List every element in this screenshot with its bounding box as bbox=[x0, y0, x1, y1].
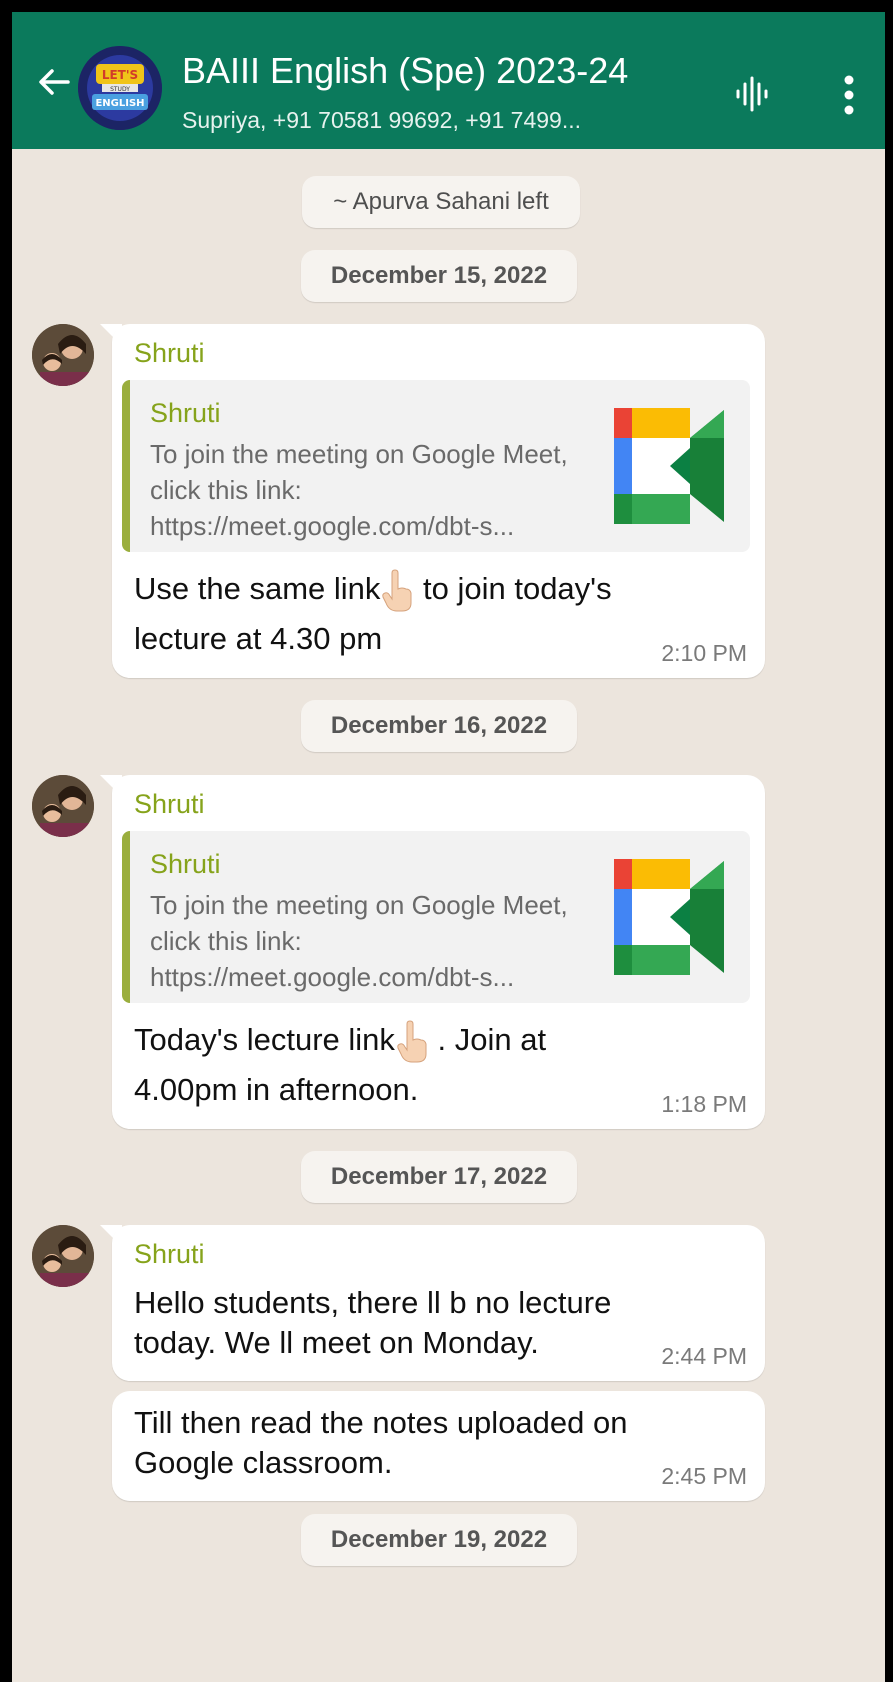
date-divider: December 15, 2022 bbox=[301, 250, 577, 302]
user-photo-icon bbox=[32, 1225, 94, 1287]
chat-screen: LET'S STUDY ENGLISH BAIII English (Spe) … bbox=[12, 12, 885, 1682]
message-time: 1:18 PM bbox=[661, 1091, 747, 1117]
message-time: 2:10 PM bbox=[661, 640, 747, 666]
user-photo-icon bbox=[32, 775, 94, 837]
group-title[interactable]: BAIII English (Spe) 2023-24 bbox=[182, 50, 628, 92]
message-text[interactable]: Till then read the notes uploaded on Goo… bbox=[134, 1403, 724, 1483]
quote-text: To join the meeting on Google Meet, clic… bbox=[150, 439, 568, 541]
message-text-part: Today's lecture link bbox=[134, 1022, 395, 1057]
date-divider: December 17, 2022 bbox=[301, 1151, 577, 1203]
quote-accent-bar bbox=[122, 380, 130, 552]
group-logo-icon: LET'S STUDY ENGLISH bbox=[78, 46, 162, 130]
google-meet-icon bbox=[614, 859, 724, 975]
more-options-icon[interactable] bbox=[842, 74, 856, 116]
google-meet-icon bbox=[614, 408, 724, 524]
svg-text:ENGLISH: ENGLISH bbox=[95, 98, 144, 109]
message-bubble[interactable]: Shruti Shruti To join the meeting on Goo… bbox=[112, 324, 765, 678]
message-bubble[interactable]: Till then read the notes uploaded on Goo… bbox=[112, 1391, 765, 1501]
quoted-message[interactable]: Shruti To join the meeting on Google Mee… bbox=[122, 380, 750, 552]
message-text[interactable]: Use the same link to join today's lectur… bbox=[134, 564, 612, 664]
quote-text: To join the meeting on Google Meet, clic… bbox=[150, 890, 568, 992]
message-text-part: 4.00pm in afternoon. bbox=[134, 1072, 419, 1107]
svg-text:STUDY: STUDY bbox=[110, 86, 130, 93]
message-bubble[interactable]: Shruti Hello students, there ll b no lec… bbox=[112, 1225, 765, 1381]
avatar[interactable] bbox=[32, 324, 94, 386]
message-text[interactable]: Today's lecture link . Join at 4.00pm in… bbox=[134, 1015, 546, 1115]
message-text-part: lecture at 4.30 pm bbox=[134, 621, 383, 656]
sender-name[interactable]: Shruti bbox=[134, 1239, 205, 1270]
message-bubble[interactable]: Shruti Shruti To join the meeting on Goo… bbox=[112, 775, 765, 1129]
chat-header: LET'S STUDY ENGLISH BAIII English (Spe) … bbox=[12, 12, 885, 149]
message-text-part: . Join at bbox=[428, 1022, 547, 1057]
message-text-part: Use the same link bbox=[134, 571, 381, 606]
message-time: 2:44 PM bbox=[661, 1343, 747, 1369]
date-divider: December 16, 2022 bbox=[301, 700, 577, 752]
voice-waveform-icon[interactable] bbox=[732, 74, 772, 114]
sender-name[interactable]: Shruti bbox=[134, 789, 205, 820]
quote-accent-bar bbox=[122, 831, 130, 1003]
avatar[interactable] bbox=[32, 1225, 94, 1287]
message-text[interactable]: Hello students, there ll b no lecture to… bbox=[134, 1283, 654, 1363]
quote-sender: Shruti bbox=[150, 398, 221, 428]
system-notice: ~ Apurva Sahani left bbox=[302, 176, 580, 228]
group-avatar[interactable]: LET'S STUDY ENGLISH bbox=[78, 46, 162, 130]
group-members[interactable]: Supriya, +91 70581 99692, +91 7499... bbox=[182, 107, 581, 134]
quoted-message[interactable]: Shruti To join the meeting on Google Mee… bbox=[122, 831, 750, 1003]
quote-sender: Shruti bbox=[150, 849, 221, 879]
svg-text:LET'S: LET'S bbox=[102, 68, 138, 82]
avatar[interactable] bbox=[32, 775, 94, 837]
date-divider: December 19, 2022 bbox=[301, 1514, 577, 1566]
message-text-part: to join today's bbox=[414, 571, 612, 606]
user-photo-icon bbox=[32, 324, 94, 386]
pointing-hand-icon bbox=[397, 1020, 427, 1063]
back-arrow-icon[interactable] bbox=[34, 62, 74, 102]
pointing-hand-icon bbox=[382, 569, 412, 612]
sender-name[interactable]: Shruti bbox=[134, 338, 205, 369]
message-time: 2:45 PM bbox=[661, 1463, 747, 1489]
